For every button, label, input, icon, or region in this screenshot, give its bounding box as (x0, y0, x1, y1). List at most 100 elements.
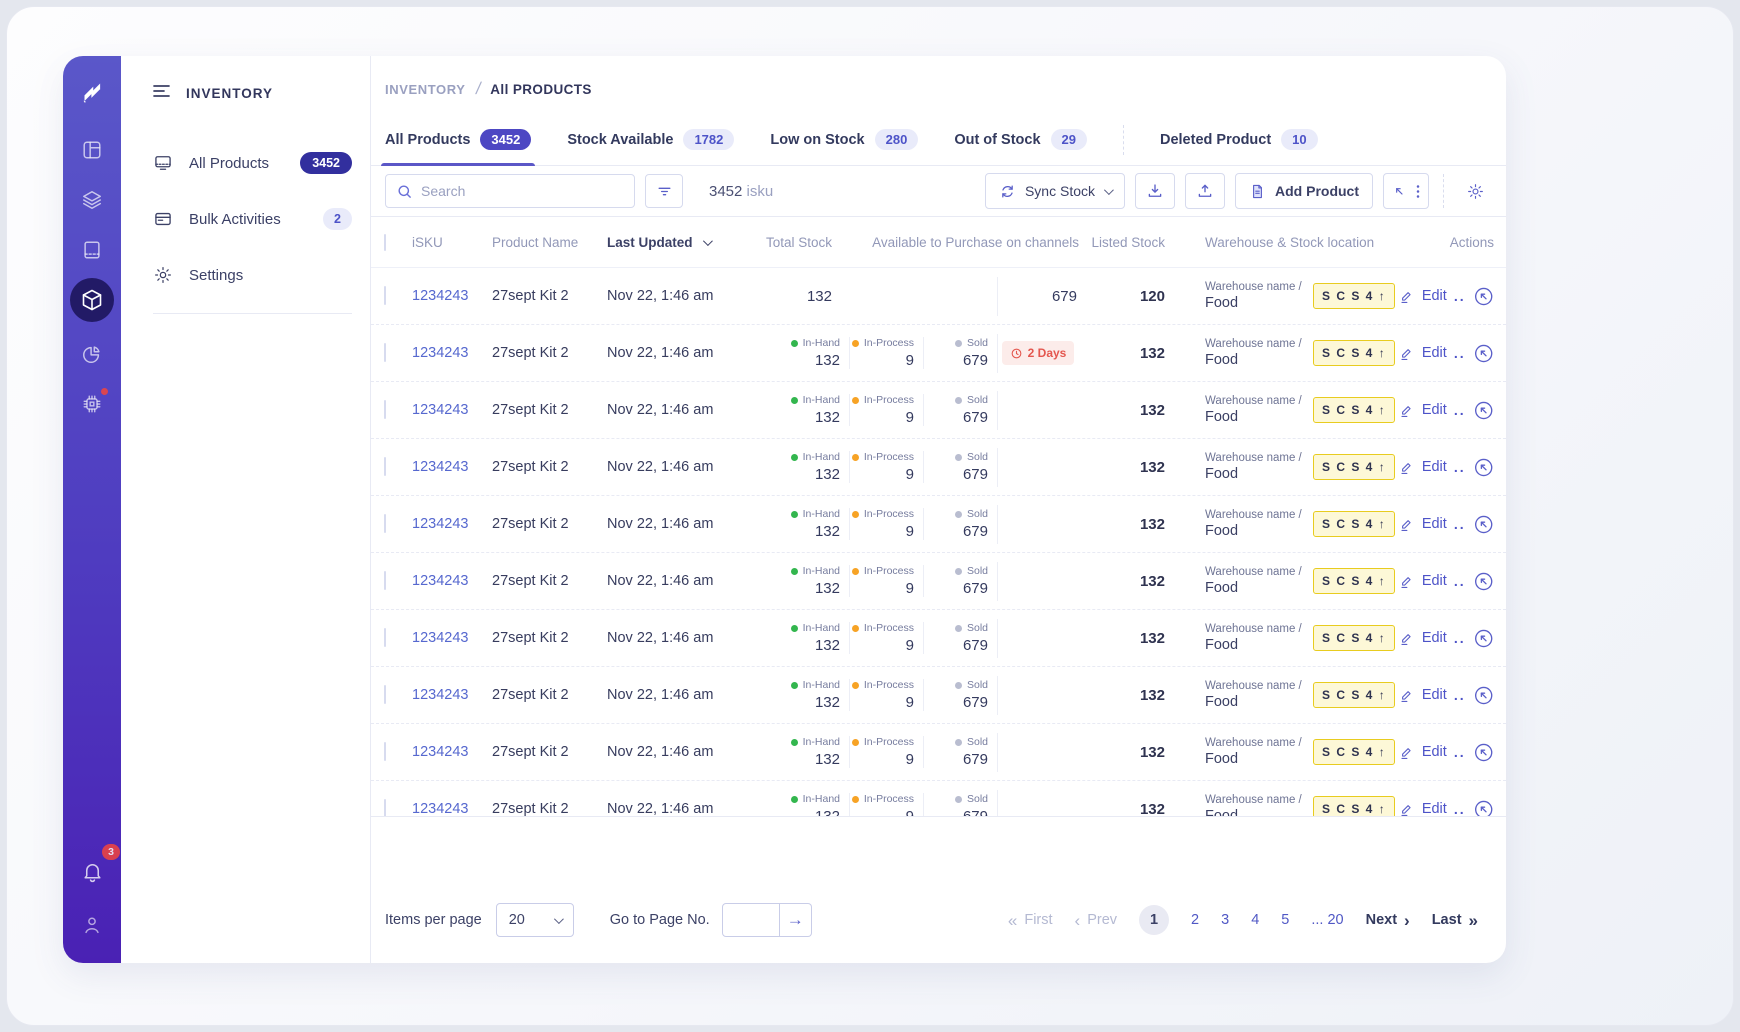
profile-icon[interactable] (74, 907, 110, 943)
export-button[interactable] (1185, 173, 1225, 209)
open-arrow-circle-icon[interactable] (1473, 684, 1494, 707)
tab-all-products[interactable]: All Products 3452 (380, 114, 536, 166)
pagination-prev[interactable]: ‹ Prev (1075, 912, 1118, 929)
edit-button[interactable]: Edit (1422, 402, 1447, 418)
open-arrow-circle-icon[interactable] (1473, 285, 1494, 308)
tab-out-of-stock[interactable]: Out of Stock 29 (954, 114, 1087, 165)
select-all-checkbox[interactable] (384, 233, 386, 251)
edit-pencil-icon[interactable] (1399, 402, 1415, 419)
expand-menu-button[interactable] (1383, 173, 1429, 209)
tab-low-on-stock[interactable]: Low on Stock 280 (770, 114, 919, 165)
row-isku-link[interactable]: 1234243 (412, 402, 492, 418)
row-checkbox[interactable] (384, 628, 386, 647)
pagination-page-2[interactable]: 2 (1191, 912, 1199, 928)
goto-page-input[interactable] (721, 903, 780, 937)
row-isku-link[interactable]: 1234243 (412, 744, 492, 760)
app-logo-icon[interactable] (73, 72, 111, 110)
more-actions-dots[interactable]: .. (1454, 516, 1466, 532)
row-isku-link[interactable]: 1234243 (412, 801, 492, 816)
sidebar-item-all-products[interactable]: All Products 3452 (121, 135, 370, 191)
edit-pencil-icon[interactable] (1399, 687, 1415, 704)
goto-page-button[interactable]: → (779, 903, 812, 937)
row-isku-link[interactable]: 1234243 (412, 345, 492, 361)
edit-button[interactable]: Edit (1422, 516, 1447, 532)
header-warehouse[interactable]: Warehouse & Stock location (1165, 235, 1399, 250)
edit-pencil-icon[interactable] (1399, 288, 1415, 305)
stock-location-badge[interactable]: S C S 4 ↑ (1313, 511, 1396, 537)
more-actions-dots[interactable]: .. (1454, 744, 1466, 760)
pagination-page-4[interactable]: 4 (1251, 912, 1259, 928)
row-checkbox[interactable] (384, 571, 386, 590)
stock-location-badge[interactable]: S C S 4 ↑ (1313, 739, 1396, 765)
pagination-last[interactable]: Last» (1432, 912, 1478, 929)
more-actions-dots[interactable]: .. (1454, 402, 1466, 418)
header-total-stock[interactable]: Total Stock (737, 235, 832, 250)
edit-pencil-icon[interactable] (1399, 573, 1415, 590)
dashboard-icon[interactable] (74, 132, 110, 168)
more-actions-dots[interactable]: .. (1454, 630, 1466, 646)
edit-button[interactable]: Edit (1422, 573, 1447, 589)
sidebar-item-bulk-activities[interactable]: Bulk Activities 2 (121, 191, 370, 247)
pagination-next[interactable]: Next › (1366, 912, 1410, 929)
row-isku-link[interactable]: 1234243 (412, 288, 492, 304)
breadcrumb-section[interactable]: INVENTORY (385, 82, 466, 97)
layers-icon[interactable] (74, 182, 110, 218)
menu-hamburger-icon[interactable] (153, 84, 170, 103)
book-icon[interactable] (74, 232, 110, 268)
open-arrow-circle-icon[interactable] (1473, 456, 1494, 479)
filter-button[interactable] (645, 174, 683, 208)
more-actions-dots[interactable]: .. (1454, 345, 1466, 361)
stock-location-badge[interactable]: S C S 4 ↑ (1313, 454, 1396, 480)
row-checkbox[interactable] (384, 457, 386, 476)
more-actions-dots[interactable]: .. (1454, 687, 1466, 703)
stock-location-badge[interactable]: S C S 4 ↑ (1313, 625, 1396, 651)
more-actions-dots[interactable]: .. (1454, 801, 1466, 816)
more-actions-dots[interactable]: .. (1454, 288, 1466, 304)
edit-button[interactable]: Edit (1422, 459, 1447, 475)
edit-button[interactable]: Edit (1422, 801, 1447, 816)
stock-location-badge[interactable]: S C S 4 ↑ (1313, 796, 1396, 816)
search-input[interactable] (421, 183, 624, 199)
edit-pencil-icon[interactable] (1399, 459, 1415, 476)
notifications-bell-icon[interactable]: 3 (74, 844, 120, 889)
stock-location-badge[interactable]: S C S 4 ↑ (1313, 682, 1396, 708)
more-actions-dots[interactable]: .. (1454, 573, 1466, 589)
row-checkbox[interactable] (384, 400, 386, 419)
sync-stock-button[interactable]: Sync Stock (984, 173, 1125, 209)
edit-pencil-icon[interactable] (1399, 630, 1415, 647)
row-checkbox[interactable] (384, 742, 386, 761)
open-arrow-circle-icon[interactable] (1473, 342, 1494, 365)
row-checkbox[interactable] (384, 799, 386, 816)
pagination-first[interactable]: «First (1008, 912, 1053, 929)
row-checkbox[interactable] (384, 343, 386, 362)
stock-location-badge[interactable]: S C S 4 ↑ (1313, 568, 1396, 594)
edit-button[interactable]: Edit (1422, 687, 1447, 703)
open-arrow-circle-icon[interactable] (1473, 627, 1494, 650)
row-isku-link[interactable]: 1234243 (412, 687, 492, 703)
pagination-page-5[interactable]: 5 (1281, 912, 1289, 928)
edit-button[interactable]: Edit (1422, 744, 1447, 760)
chip-icon[interactable] (74, 386, 110, 422)
add-product-button[interactable]: Add Product (1235, 173, 1373, 209)
edit-pencil-icon[interactable] (1399, 801, 1415, 817)
row-checkbox[interactable] (384, 685, 386, 704)
edit-pencil-icon[interactable] (1399, 516, 1415, 533)
table-settings-gear-icon[interactable] (1458, 174, 1492, 208)
import-button[interactable] (1135, 173, 1175, 209)
page-size-select[interactable]: 20 (495, 903, 574, 937)
sidebar-item-settings[interactable]: Settings (121, 247, 370, 303)
edit-button[interactable]: Edit (1422, 288, 1447, 304)
tab-deleted-product[interactable]: Deleted Product 10 (1160, 114, 1318, 165)
open-arrow-circle-icon[interactable] (1473, 741, 1494, 764)
stock-location-badge[interactable]: S C S 4 ↑ (1313, 340, 1396, 366)
row-isku-link[interactable]: 1234243 (412, 459, 492, 475)
tab-stock-available[interactable]: Stock Available 1782 (567, 114, 735, 165)
edit-pencil-icon[interactable] (1399, 345, 1415, 362)
open-arrow-circle-icon[interactable] (1473, 513, 1494, 536)
row-checkbox[interactable] (384, 514, 386, 533)
header-isku[interactable]: iSKU (412, 235, 492, 250)
row-checkbox[interactable] (384, 286, 386, 305)
pagination-more[interactable]: ... 20 (1311, 912, 1343, 928)
pagination-page-3[interactable]: 3 (1221, 912, 1229, 928)
row-isku-link[interactable]: 1234243 (412, 573, 492, 589)
